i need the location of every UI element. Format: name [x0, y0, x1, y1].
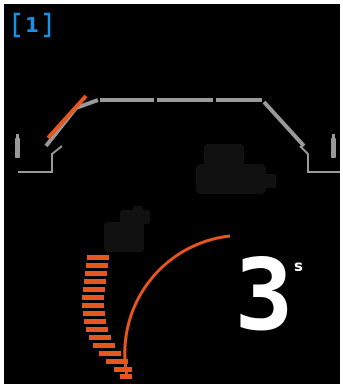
side-sensor-right-icon: [331, 134, 336, 158]
countdown-value: 3: [234, 239, 294, 353]
car-silhouette-icon: [196, 144, 276, 194]
car-top-silhouette-icon: [104, 206, 150, 252]
countdown-unit: s: [294, 257, 303, 275]
sensor-arc-outline: [44, 98, 306, 148]
rear-view-display: 1 3 s: [4, 4, 340, 384]
side-guide-left: [18, 145, 63, 173]
sensor-segment-right-diag: [262, 100, 306, 148]
gauge-arc: [123, 234, 231, 377]
side-sensor-left-icon: [15, 134, 20, 158]
gauge-bars: [82, 255, 132, 379]
sensor-segment-active: [46, 94, 88, 140]
